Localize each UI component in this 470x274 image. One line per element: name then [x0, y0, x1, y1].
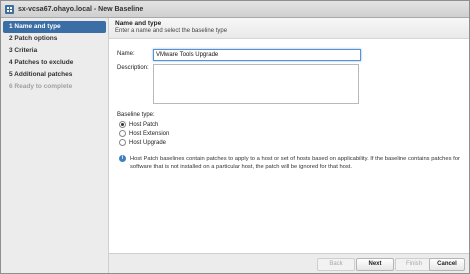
- host-extension-radio[interactable]: [119, 130, 126, 137]
- vsphere-logo-icon: [5, 4, 14, 14]
- baseline-type-label: Baseline type:: [117, 112, 155, 118]
- cancel-button[interactable]: Cancel: [429, 258, 465, 271]
- finish-button[interactable]: Finish: [395, 258, 433, 271]
- description-label: Description:: [117, 65, 149, 71]
- step-ready-to-complete: 6 Ready to complete: [9, 83, 73, 90]
- new-baseline-dialog: sx-vcsa67.ohayo.local - New Baseline 1 N…: [0, 0, 470, 274]
- host-upgrade-label: Host Upgrade: [129, 139, 167, 146]
- step-name-and-type[interactable]: 1 Name and type: [3, 21, 106, 33]
- page-header: Name and type Enter a name and select th…: [109, 18, 469, 39]
- wizard-footer: Back Next Finish Cancel: [109, 253, 469, 273]
- step-patch-options[interactable]: 2 Patch options: [3, 33, 106, 45]
- name-label: Name:: [117, 51, 135, 57]
- page-title: Name and type: [115, 20, 162, 27]
- host-extension-label: Host Extension: [129, 130, 170, 137]
- page-subtitle: Enter a name and select the baseline typ…: [115, 28, 228, 34]
- host-patch-label: Host Patch: [129, 121, 159, 128]
- title-bar[interactable]: sx-vcsa67.ohayo.local - New Baseline: [1, 1, 469, 18]
- info-icon: i: [119, 155, 126, 162]
- host-upgrade-radio[interactable]: [119, 139, 126, 146]
- back-button[interactable]: Back: [317, 258, 355, 271]
- name-field[interactable]: VMware Tools Upgrade: [153, 49, 361, 61]
- main-panel: Name and type Enter a name and select th…: [109, 18, 469, 254]
- description-field[interactable]: [153, 64, 359, 104]
- info-text: Host Patch baselines contain patches to …: [130, 156, 460, 170]
- step-patches-to-exclude[interactable]: 4 Patches to exclude: [3, 57, 106, 69]
- step-additional-patches[interactable]: 5 Additional patches: [3, 69, 106, 81]
- window-title: sx-vcsa67.ohayo.local - New Baseline: [18, 5, 144, 13]
- option-host-patch[interactable]: Host Patch: [119, 120, 158, 129]
- next-button[interactable]: Next: [356, 258, 394, 271]
- option-host-extension[interactable]: Host Extension: [119, 129, 169, 138]
- host-patch-radio[interactable]: [119, 121, 126, 128]
- option-host-upgrade[interactable]: Host Upgrade: [119, 138, 166, 147]
- wizard-steps: 1 Name and type 2 Patch options 3 Criter…: [1, 18, 109, 273]
- step-criteria[interactable]: 3 Criteria: [3, 45, 106, 57]
- info-message: i Host Patch baselines contain patches t…: [119, 155, 469, 171]
